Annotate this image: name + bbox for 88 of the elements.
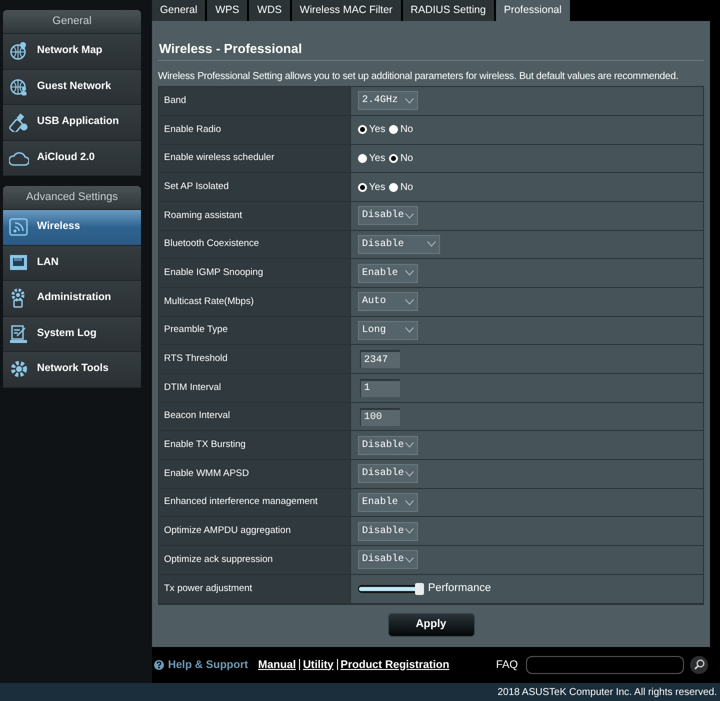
tab[interactable]: Wireless MAC Filter: [292, 0, 401, 22]
help-icon: [154, 660, 164, 670]
caret-icon: [427, 241, 436, 248]
sidebar-item[interactable]: Network Tools: [3, 352, 141, 388]
dropdown[interactable]: Disable: [358, 206, 418, 226]
caret-icon: [405, 470, 414, 477]
ethernet-port-icon: [9, 252, 29, 273]
caret-icon: [405, 270, 414, 276]
help-support-link[interactable]: Help & Support: [168, 656, 248, 673]
slider-reading: Performance: [428, 581, 491, 596]
sidebar-item[interactable]: Wireless: [3, 210, 141, 246]
footer-link[interactable]: Product Registration: [340, 656, 450, 673]
setting-label: Enable wireless scheduler: [164, 151, 274, 166]
sidebar-item[interactable]: Administration: [3, 281, 141, 316]
dropdown[interactable]: Long: [358, 320, 418, 340]
search-icon: [694, 659, 704, 670]
footer-link[interactable]: Manual: [258, 656, 296, 673]
wifi-icon: [9, 217, 29, 238]
setting-label: Roaming assistant: [164, 208, 242, 223]
caret-icon: [405, 298, 414, 305]
gear-icon: [9, 359, 29, 380]
input-field[interactable]: 2347: [360, 350, 400, 368]
section-header: Advanced Settings: [26, 190, 118, 206]
search-button[interactable]: [690, 656, 708, 674]
section-header: General: [52, 14, 92, 30]
setting-label: Beacon Interval: [164, 409, 230, 424]
caret-icon: [405, 442, 414, 448]
radio-option[interactable]: Yes: [358, 122, 386, 138]
input-field[interactable]: 1: [360, 378, 400, 397]
slider-thumb[interactable]: [415, 582, 424, 595]
dropdown[interactable]: Disable: [358, 522, 418, 541]
setting-label: Optimize ack suppression: [164, 552, 273, 567]
sidebar-item[interactable]: LAN: [3, 246, 141, 281]
setting-label: Optimize AMPDU aggregation: [164, 524, 291, 538]
setting-label: Set AP Isolated: [164, 180, 229, 194]
dropdown[interactable]: Disable: [358, 234, 440, 254]
tab[interactable]: General: [152, 0, 206, 22]
setting-label: Band: [164, 94, 186, 108]
caret-icon: [405, 327, 414, 334]
radio-option[interactable]: Yes: [358, 180, 386, 195]
tab[interactable]: WDS: [249, 0, 290, 22]
setting-label: Bluetooth Coexistence: [164, 237, 260, 252]
tab[interactable]: WPS: [207, 0, 248, 22]
dropdown[interactable]: Disable: [358, 436, 418, 455]
radio-option[interactable]: No: [389, 180, 414, 195]
footer-link[interactable]: Utility: [302, 656, 334, 673]
caret-icon: [405, 500, 414, 506]
usb-stick-icon: [9, 112, 29, 132]
globe-person-icon: [9, 76, 29, 97]
caret-icon: [405, 556, 414, 563]
faq-search-field[interactable]: [526, 656, 684, 674]
radio-option[interactable]: No: [389, 122, 414, 138]
page-title: Wireless - Professional: [158, 40, 303, 58]
setting-label: Enable WMM APSD: [164, 466, 249, 481]
caret-icon: [405, 212, 414, 219]
dropdown[interactable]: Disable: [358, 550, 418, 570]
sidebar-item[interactable]: AiCloud 2.0: [3, 140, 141, 176]
setting-label: Enable Radio: [164, 122, 222, 137]
radio-option[interactable]: No: [389, 150, 414, 166]
log-icon: [9, 324, 29, 344]
apply-button[interactable]: Apply: [388, 612, 474, 636]
setting-label: Enable TX Bursting: [164, 438, 246, 452]
sidebar-item[interactable]: System Log: [3, 316, 141, 352]
globe-pin-icon: [9, 41, 29, 62]
tab[interactable]: Professional: [496, 0, 570, 22]
tab[interactable]: RADIUS Setting: [402, 0, 494, 22]
dropdown[interactable]: 2.4GHz: [358, 91, 418, 110]
sidebar-item[interactable]: USB Application: [3, 105, 141, 140]
caret-icon: [405, 528, 414, 534]
dropdown[interactable]: Auto: [358, 292, 418, 312]
setting-label: Enable IGMP Snooping: [164, 266, 264, 280]
setting-label: Multicast Rate(Mbps): [164, 294, 254, 309]
sidebar-item[interactable]: Network Map: [3, 34, 141, 70]
dropdown[interactable]: Disable: [358, 464, 418, 484]
description-text: Wireless Professional Setting allows you to set up additional parameters for wireless. But default values are recommended.: [158, 70, 680, 84]
setting-label: RTS Threshold: [164, 352, 228, 366]
setting-label: DTIM Interval: [164, 380, 222, 395]
copyright-text: 2018 ASUSTeK Computer Inc. All rights reserved.: [497, 686, 717, 700]
setting-label: Tx power adjustment: [164, 582, 252, 596]
dropdown[interactable]: Enable: [358, 493, 418, 512]
sidebar-item[interactable]: Guest Network: [3, 70, 141, 105]
caret-icon: [405, 98, 414, 104]
faq-label: FAQ: [496, 658, 518, 672]
radio-option[interactable]: Yes: [358, 150, 386, 166]
setting-label: Enhanced interference management: [164, 495, 318, 510]
dropdown[interactable]: Enable: [358, 264, 418, 283]
setting-label: Preamble Type: [164, 323, 228, 338]
input-field[interactable]: 100: [360, 408, 400, 426]
